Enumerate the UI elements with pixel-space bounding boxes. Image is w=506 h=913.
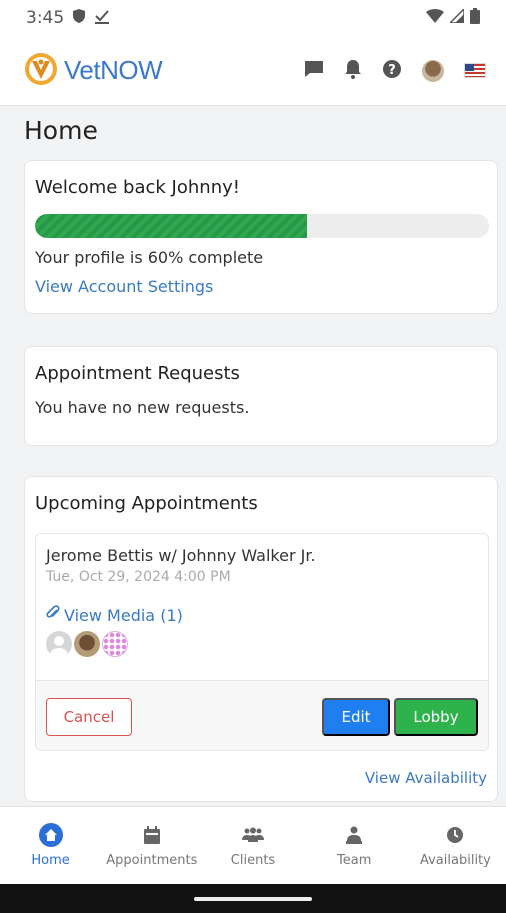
requests-title: Appointment Requests: [35, 363, 240, 384]
lobby-button[interactable]: Lobby: [394, 697, 478, 736]
users-icon: [241, 823, 265, 847]
chat-icon[interactable]: [304, 60, 324, 82]
home-icon: [38, 823, 63, 847]
clock-icon: [443, 823, 467, 847]
welcome-title: Welcome back Johnny!: [35, 177, 240, 198]
us-flag-icon[interactable]: [464, 63, 486, 78]
tab-appointments[interactable]: Appointments: [101, 807, 202, 884]
status-time: 3:45: [26, 8, 65, 28]
system-navigation-bar: [0, 884, 506, 913]
bell-icon[interactable]: [344, 59, 362, 83]
appointment-requests-card: Appointment Requests You have no new req…: [24, 346, 498, 446]
participant-avatars: [46, 631, 478, 657]
view-account-settings-link[interactable]: View Account Settings: [35, 277, 213, 296]
edit-button[interactable]: Edit: [322, 697, 390, 736]
wifi-icon: [426, 8, 444, 28]
home-gesture-handle[interactable]: [194, 896, 312, 901]
tab-home-label: Home: [31, 853, 70, 868]
participant-avatar-photo: [74, 631, 100, 657]
signal-icon: [448, 7, 465, 28]
appointment-title: Jerome Bettis w/ Johnny Walker Jr.: [46, 546, 316, 565]
participant-avatar-placeholder: [46, 631, 72, 657]
calendar-icon: [140, 823, 164, 847]
tab-availability[interactable]: Availability: [405, 807, 506, 884]
shield-status-icon: [72, 8, 86, 29]
app-header: VetNOW ?: [0, 36, 506, 106]
profile-progress-text: Your profile is 60% complete: [35, 248, 264, 267]
app-name: VetNOW: [64, 55, 163, 85]
view-media-label: View Media (1): [64, 605, 183, 625]
requests-empty-text: You have no new requests.: [35, 398, 250, 417]
appointment-datetime: Tue, Oct 29, 2024 4:00 PM: [46, 569, 231, 585]
tab-home[interactable]: Home: [0, 807, 101, 884]
page-title: Home: [24, 116, 98, 145]
tab-appointments-label: Appointments: [106, 853, 198, 868]
tab-clients-label: Clients: [230, 853, 276, 868]
upcoming-appointments-card: Upcoming Appointments Jerome Bettis w/ J…: [24, 476, 498, 802]
profile-progress-bar: [35, 214, 489, 238]
help-icon[interactable]: ?: [382, 59, 402, 83]
vetnow-logo[interactable]: VetNOW: [24, 52, 163, 90]
battery-icon: [470, 7, 480, 29]
view-availability-link[interactable]: View Availability: [365, 769, 487, 787]
upcoming-title: Upcoming Appointments: [35, 493, 258, 514]
cancel-button[interactable]: Cancel: [46, 697, 132, 736]
profile-progress-fill: [35, 214, 308, 238]
tab-team-label: Team: [337, 853, 372, 868]
team-icon: [342, 823, 366, 847]
download-done-icon: [94, 8, 110, 29]
tab-clients[interactable]: Clients: [202, 807, 303, 884]
paperclip-icon: [46, 605, 60, 625]
bottom-tab-bar: Home Appointments Clients Team Availabil…: [0, 806, 506, 884]
welcome-card: Welcome back Johnny! Your profile is 60%…: [24, 160, 498, 314]
tab-availability-label: Availability: [419, 853, 491, 868]
appointment-item: Jerome Bettis w/ Johnny Walker Jr. Tue, …: [35, 533, 489, 751]
participant-avatar-pattern: [102, 631, 128, 657]
appointment-actions: Cancel Edit Lobby: [36, 680, 488, 750]
tab-team[interactable]: Team: [304, 807, 405, 884]
status-bar: 3:45: [0, 0, 506, 36]
svg-text:?: ?: [388, 63, 396, 78]
paw-shield-logo-icon: [24, 52, 58, 90]
view-media-link[interactable]: View Media (1): [46, 605, 478, 625]
user-avatar[interactable]: [422, 59, 444, 82]
